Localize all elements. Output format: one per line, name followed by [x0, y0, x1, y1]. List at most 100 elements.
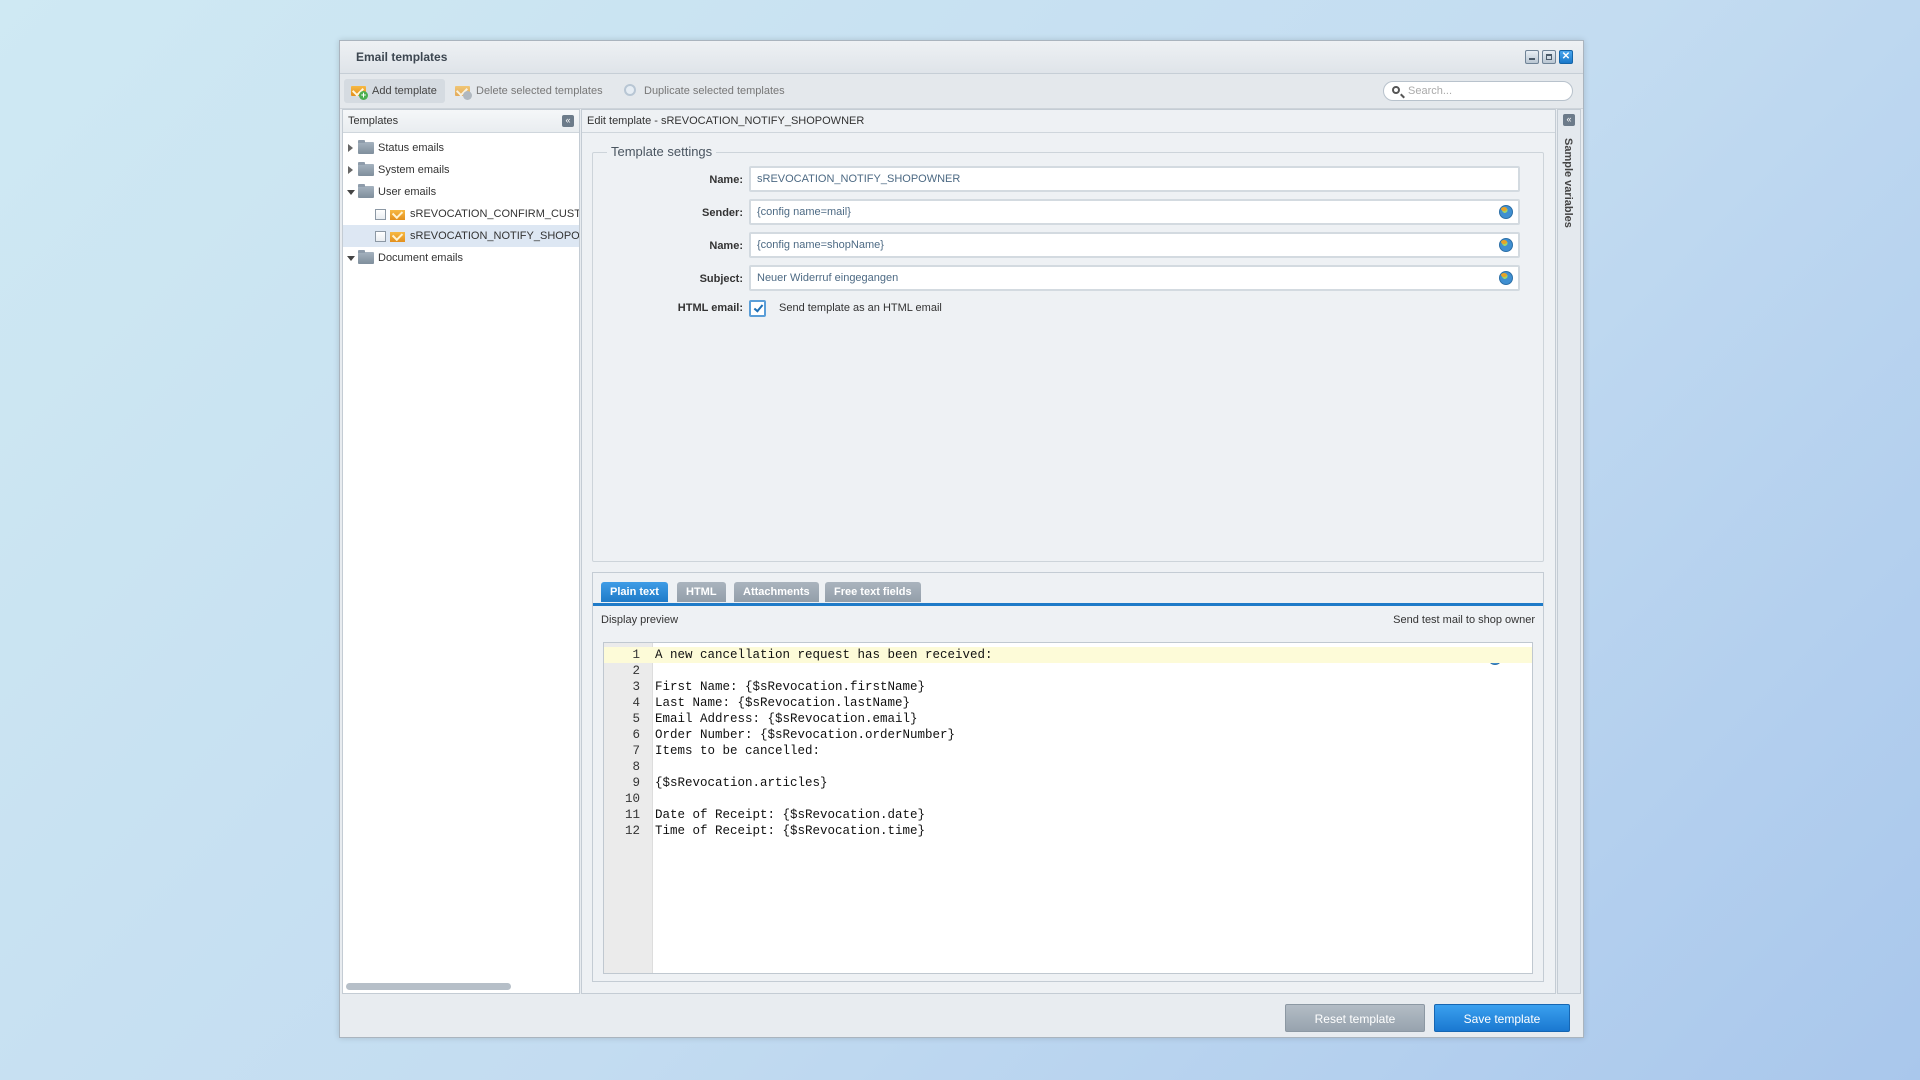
- code-line: 8: [604, 759, 1532, 775]
- code-line-text: Last Name: {$sRevocation.lastName}: [655, 696, 911, 710]
- template-settings-legend: Template settings: [607, 144, 717, 159]
- globe-icon[interactable]: [1499, 271, 1513, 285]
- code-line-text: Items to be cancelled:: [655, 744, 821, 758]
- save-template-button[interactable]: Save template: [1434, 1004, 1570, 1032]
- code-line: 7 Items to be cancelled:: [604, 743, 1532, 759]
- search-icon: [1392, 86, 1400, 94]
- toolbar: + Add template Delete selected templates…: [340, 74, 1583, 109]
- tree-item-label: sREVOCATION_CONFIRM_CUST: [410, 208, 579, 220]
- code-line-text: Time of Receipt: {$sRevocation.time}: [655, 824, 926, 838]
- horizontal-scrollbar[interactable]: [346, 983, 511, 990]
- folder-icon: [358, 162, 374, 176]
- line-number: 11: [624, 808, 640, 822]
- folder-icon: [358, 140, 374, 154]
- tree-folder-status-emails[interactable]: Status emails: [343, 137, 579, 159]
- delete-templates-button[interactable]: Delete selected templates: [448, 79, 611, 103]
- globe-icon[interactable]: [1499, 238, 1513, 252]
- tree-template-notify-shopowner[interactable]: sREVOCATION_NOTIFY_SHOPO: [343, 225, 579, 247]
- tree-item-label: User emails: [378, 186, 437, 198]
- code-line-text: Date of Receipt: {$sRevocation.date}: [655, 808, 926, 822]
- templates-panel-header: Templates «: [343, 110, 579, 133]
- mail-icon: [390, 210, 405, 220]
- search-input[interactable]: [1408, 84, 1558, 98]
- html-email-label: HTML email:: [677, 302, 743, 314]
- sender-name-field-value: {config name=shopName}: [757, 239, 884, 251]
- line-number: 1: [632, 648, 640, 662]
- line-number: 9: [632, 776, 640, 790]
- tab-html[interactable]: HTML: [677, 582, 726, 602]
- display-preview-button[interactable]: Display preview: [601, 606, 678, 634]
- subject-row: Subject: Neuer Widerruf eingegangen: [593, 265, 1543, 293]
- tree-template-confirm-cust[interactable]: sREVOCATION_CONFIRM_CUST: [343, 203, 579, 225]
- code-line: 11 Date of Receipt: {$sRevocation.date}: [604, 807, 1532, 823]
- line-number: 6: [632, 728, 640, 742]
- template-checkbox[interactable]: [375, 231, 386, 242]
- mail-icon: [390, 232, 405, 242]
- close-button[interactable]: ✕: [1559, 50, 1573, 64]
- minimize-button[interactable]: [1525, 50, 1539, 64]
- add-template-button[interactable]: + Add template: [344, 79, 445, 103]
- subject-field[interactable]: Neuer Widerruf eingegangen: [749, 265, 1520, 291]
- html-email-text: Send template as an HTML email: [779, 302, 942, 314]
- duplicate-templates-label: Duplicate selected templates: [644, 85, 785, 97]
- name-row: Name: sREVOCATION_NOTIFY_SHOPOWNER: [593, 166, 1543, 194]
- code-line-text: A new cancellation request has been rece…: [655, 648, 993, 662]
- send-test-mail-button[interactable]: Send test mail to shop owner: [1393, 606, 1535, 634]
- tree-folder-user-emails[interactable]: User emails: [343, 181, 579, 203]
- code-line: 9 {$sRevocation.articles}: [604, 775, 1532, 791]
- templates-panel-title: Templates: [348, 115, 399, 127]
- html-email-row: HTML email: Send template as an HTML ema…: [593, 300, 1543, 328]
- line-number: 2: [632, 664, 640, 678]
- name-label: Name:: [709, 174, 743, 186]
- footer-bar: Reset template Save template: [340, 996, 1583, 1036]
- editor-subbar: Display preview Send test mail to shop o…: [593, 606, 1543, 634]
- line-number: 5: [632, 712, 640, 726]
- sample-variables-panel[interactable]: « Sample variables: [1557, 109, 1581, 994]
- templates-tree-panel: Templates « Status emails System emails …: [342, 109, 580, 994]
- collapse-arrow-icon[interactable]: [347, 190, 355, 195]
- edit-template-panel: Edit template - sREVOCATION_NOTIFY_SHOPO…: [581, 109, 1556, 994]
- sender-name-row: Name: {config name=shopName}: [593, 232, 1543, 260]
- line-number: 10: [624, 792, 640, 806]
- subject-field-value: Neuer Widerruf eingegangen: [757, 272, 899, 284]
- tab-plain-text[interactable]: Plain text: [601, 582, 668, 602]
- code-line: 1 A new cancellation request has been rec…: [604, 647, 1532, 663]
- code-line: 12 Time of Receipt: {$sRevocation.time}: [604, 823, 1532, 839]
- maximize-button[interactable]: [1542, 50, 1556, 64]
- tree-folder-document-emails[interactable]: Document emails: [343, 247, 579, 269]
- code-line: 6 Order Number: {$sRevocation.orderNumber…: [604, 727, 1532, 743]
- sender-name-field[interactable]: {config name=shopName}: [749, 232, 1520, 258]
- collapse-left-icon[interactable]: «: [562, 115, 574, 127]
- code-editor[interactable]: 1 A new cancellation request has been rec…: [603, 642, 1533, 974]
- reset-template-button[interactable]: Reset template: [1285, 1004, 1425, 1032]
- sender-field[interactable]: {config name=mail}: [749, 199, 1520, 225]
- expand-arrow-icon[interactable]: [348, 166, 353, 174]
- duplicate-templates-button[interactable]: Duplicate selected templates: [616, 79, 793, 103]
- html-email-checkbox[interactable]: [749, 300, 766, 317]
- line-number: 3: [632, 680, 640, 694]
- sender-label: Sender:: [702, 207, 743, 219]
- tab-free-text-fields[interactable]: Free text fields: [825, 582, 921, 602]
- search-box[interactable]: [1383, 81, 1573, 101]
- add-template-icon: +: [351, 84, 368, 100]
- folder-open-icon: [358, 184, 374, 198]
- globe-icon[interactable]: [1499, 205, 1513, 219]
- code-line-text: Order Number: {$sRevocation.orderNumber}: [655, 728, 956, 742]
- template-checkbox[interactable]: [375, 209, 386, 220]
- expand-sample-variables-icon[interactable]: «: [1563, 114, 1575, 126]
- code-line: 3 First Name: {$sRevocation.firstName}: [604, 679, 1532, 695]
- expand-arrow-icon[interactable]: [348, 144, 353, 152]
- template-settings-fieldset: Template settings Name: sREVOCATION_NOTI…: [592, 144, 1544, 562]
- code-line: 5 Email Address: {$sRevocation.email}: [604, 711, 1532, 727]
- code-line-text: Email Address: {$sRevocation.email}: [655, 712, 918, 726]
- tab-attachments[interactable]: Attachments: [734, 582, 819, 602]
- content-tab-panel: Plain text HTML Attachments Free text fi…: [592, 572, 1544, 982]
- sample-variables-label: Sample variables: [1562, 138, 1574, 228]
- code-line: 10: [604, 791, 1532, 807]
- name-field[interactable]: sREVOCATION_NOTIFY_SHOPOWNER: [749, 166, 1520, 192]
- tree-item-label: Document emails: [378, 252, 463, 264]
- collapse-arrow-icon[interactable]: [347, 256, 355, 261]
- delete-template-icon: [455, 84, 472, 100]
- tree-folder-system-emails[interactable]: System emails: [343, 159, 579, 181]
- title-bar: Email templates ✕: [340, 41, 1583, 74]
